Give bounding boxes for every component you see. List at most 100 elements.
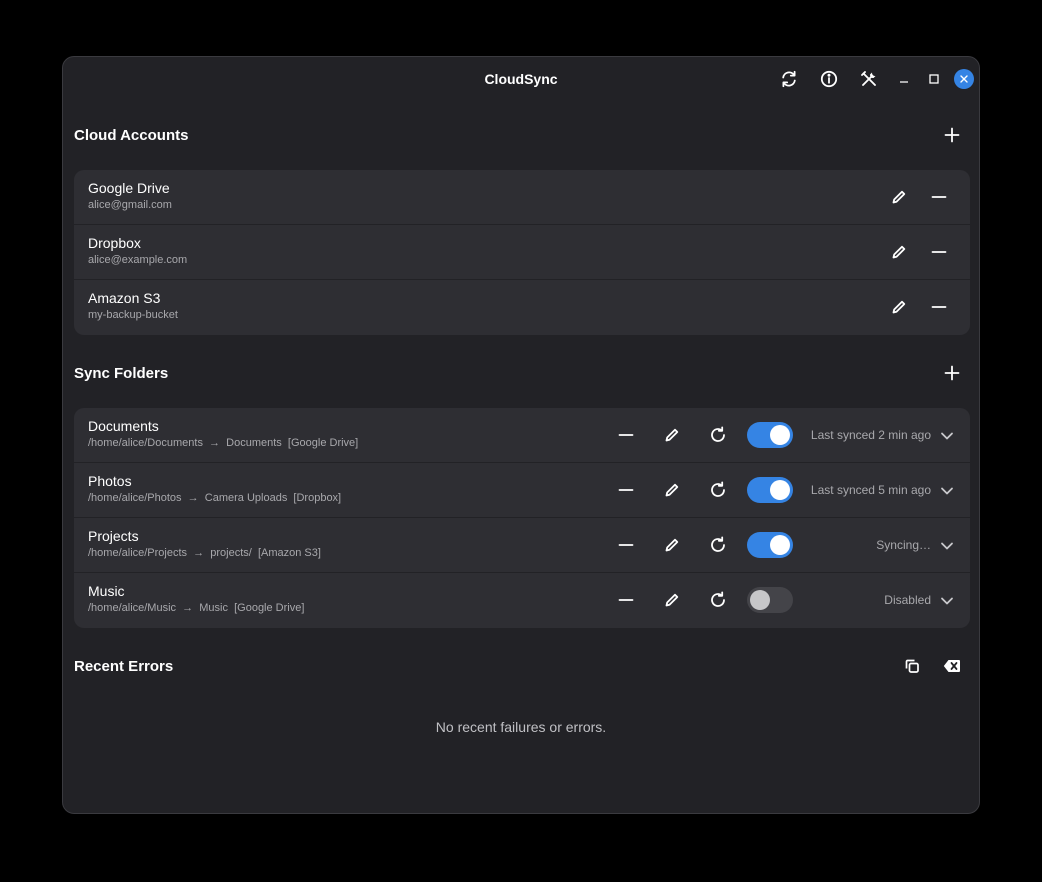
pencil-icon — [665, 428, 679, 442]
remove-folder-button[interactable] — [611, 476, 641, 504]
folder-status: Disabled — [884, 593, 931, 607]
info-icon — [820, 70, 838, 88]
chevron-down-icon — [941, 597, 953, 605]
refresh-icon — [711, 426, 725, 442]
sync-folder-button[interactable] — [703, 421, 733, 449]
toggle-knob — [770, 480, 790, 500]
refresh-icon — [711, 591, 725, 607]
account-detail: alice@gmail.com — [88, 199, 172, 211]
folder-name: Projects — [88, 528, 139, 544]
remove-folder-button[interactable] — [611, 531, 641, 559]
minus-icon — [931, 251, 947, 253]
plus-icon — [944, 365, 960, 381]
accounts-list: Google Drive alice@gmail.com Dropbox ali… — [74, 170, 970, 335]
minus-icon — [931, 306, 947, 308]
copy-icon — [905, 659, 919, 673]
edit-folder-button[interactable] — [657, 586, 687, 614]
app-window: CloudSync Cloud Accounts Google Drive al… — [62, 56, 980, 814]
minimize-icon — [900, 81, 908, 83]
pencil-icon — [665, 483, 679, 497]
refresh-arrows-icon — [782, 70, 796, 88]
remove-folder-button[interactable] — [611, 421, 641, 449]
pencil-icon — [892, 190, 906, 204]
remove-account-button[interactable] — [924, 183, 954, 211]
sync-folder-button[interactable] — [703, 586, 733, 614]
folder-path: /home/alice/Photos → Camera Uploads [Dro… — [88, 492, 342, 504]
folder-row: Documents /home/alice/Documents → Docume… — [74, 408, 970, 463]
close-button[interactable] — [954, 69, 974, 89]
edit-folder-button[interactable] — [657, 421, 687, 449]
refresh-icon — [711, 481, 725, 497]
minus-icon — [618, 489, 634, 491]
folder-path: /home/alice/Projects → projects/ [Amazon… — [88, 547, 321, 559]
maximize-icon — [929, 74, 939, 84]
folder-status: Syncing… — [876, 538, 931, 552]
clear-errors-button[interactable] — [938, 652, 966, 680]
copy-errors-button[interactable] — [898, 652, 926, 680]
minus-icon — [931, 196, 947, 198]
account-name: Google Drive — [88, 180, 170, 196]
toggle-knob — [750, 590, 770, 610]
expand-folder-button[interactable] — [938, 482, 956, 500]
edit-account-button[interactable] — [884, 293, 914, 321]
folder-status: Last synced 2 min ago — [810, 428, 931, 442]
chevron-down-icon — [941, 487, 953, 495]
chevron-down-icon — [941, 542, 953, 550]
minus-icon — [618, 434, 634, 436]
clear-icon — [943, 660, 960, 672]
folders-section-title: Sync Folders — [74, 365, 169, 382]
remove-account-button[interactable] — [924, 293, 954, 321]
remove-folder-button[interactable] — [611, 586, 641, 614]
pencil-icon — [892, 245, 906, 259]
plus-icon — [944, 127, 960, 143]
folder-enable-toggle[interactable] — [747, 477, 793, 503]
sync-folder-button[interactable] — [703, 476, 733, 504]
account-row: Dropbox alice@example.com — [74, 225, 970, 280]
minus-icon — [618, 544, 634, 546]
account-row: Google Drive alice@gmail.com — [74, 170, 970, 225]
toggle-knob — [770, 425, 790, 445]
folder-name: Photos — [88, 473, 132, 489]
maximize-button[interactable] — [921, 67, 947, 91]
folder-enable-toggle[interactable] — [747, 587, 793, 613]
folder-enable-toggle[interactable] — [747, 532, 793, 558]
account-name: Amazon S3 — [88, 290, 161, 306]
folders-list: Documents /home/alice/Documents → Docume… — [74, 408, 970, 628]
about-button[interactable] — [816, 67, 842, 91]
account-detail: alice@example.com — [88, 254, 188, 266]
folder-row: Photos /home/alice/Photos → Camera Uploa… — [74, 463, 970, 518]
toggle-knob — [770, 535, 790, 555]
expand-folder-button[interactable] — [938, 537, 956, 555]
pencil-icon — [892, 300, 906, 314]
folder-name: Music — [88, 583, 125, 599]
folder-path: /home/alice/Documents → Documents [Googl… — [88, 437, 359, 449]
account-name: Dropbox — [88, 235, 141, 251]
add-folder-button[interactable] — [938, 359, 966, 387]
folder-row: Music /home/alice/Music → Music [Google … — [74, 573, 970, 628]
minimize-button[interactable] — [891, 67, 917, 91]
folder-row: Projects /home/alice/Projects → projects… — [74, 518, 970, 573]
edit-folder-button[interactable] — [657, 476, 687, 504]
expand-folder-button[interactable] — [938, 427, 956, 445]
minus-icon — [618, 599, 634, 601]
sync-all-button[interactable] — [776, 67, 802, 91]
expand-folder-button[interactable] — [938, 592, 956, 610]
account-detail: my-backup-bucket — [88, 309, 178, 321]
header-bar: CloudSync — [63, 57, 979, 101]
chevron-down-icon — [941, 432, 953, 440]
remove-account-button[interactable] — [924, 238, 954, 266]
folder-enable-toggle[interactable] — [747, 422, 793, 448]
preferences-button[interactable] — [856, 67, 882, 91]
account-row: Amazon S3 my-backup-bucket — [74, 280, 970, 335]
sync-folder-button[interactable] — [703, 531, 733, 559]
folder-status: Last synced 5 min ago — [810, 483, 931, 497]
close-icon — [960, 75, 968, 83]
tools-icon — [861, 71, 876, 86]
add-account-button[interactable] — [938, 121, 966, 149]
edit-folder-button[interactable] — [657, 531, 687, 559]
errors-section-title: Recent Errors — [74, 658, 174, 675]
errors-empty-message: No recent failures or errors. — [435, 719, 607, 735]
accounts-section-title: Cloud Accounts — [74, 127, 189, 144]
edit-account-button[interactable] — [884, 238, 914, 266]
edit-account-button[interactable] — [884, 183, 914, 211]
